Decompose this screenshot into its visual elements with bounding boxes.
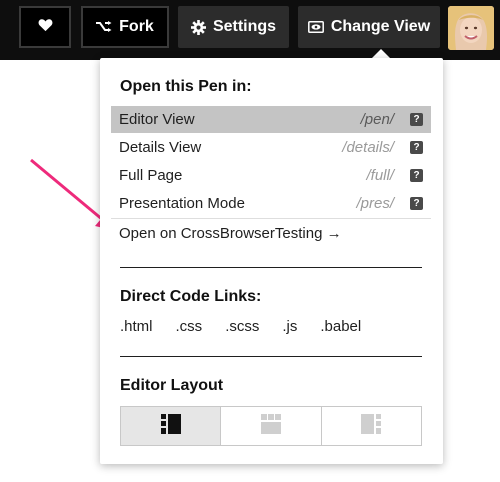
code-link-babel[interactable]: .babel (320, 318, 361, 335)
avatar[interactable] (448, 6, 494, 50)
code-link-html[interactable]: .html (120, 318, 153, 335)
code-link-css[interactable]: .css (176, 318, 203, 335)
eye-icon (307, 21, 324, 33)
settings-button[interactable]: Settings (178, 6, 289, 48)
help-icon[interactable]: ? (410, 141, 423, 154)
top-bar: Fork Settings Change View (0, 0, 500, 60)
view-option-label: Details View (119, 139, 202, 156)
settings-label: Settings (212, 18, 277, 35)
love-button[interactable] (19, 6, 71, 48)
fork-label: Fork (119, 18, 154, 35)
crossbrowser-label: Open on CrossBrowserTesting → (119, 225, 342, 242)
change-view-dropdown: Open this Pen in: Editor View /pen/ ? De… (100, 58, 443, 464)
section-divider (120, 356, 422, 357)
section-divider (120, 267, 422, 268)
help-icon[interactable]: ? (410, 169, 423, 182)
layout-left-icon (160, 413, 181, 439)
gear-icon (190, 19, 206, 35)
view-option-path: /details/ (342, 139, 394, 156)
view-option-label: Full Page (119, 167, 183, 184)
layout-left-option[interactable] (121, 407, 221, 445)
fork-button[interactable]: Fork (81, 6, 169, 48)
open-pen-heading: Open this Pen in: (120, 78, 252, 95)
code-links: .html .css .scss .js .babel (120, 318, 384, 335)
view-option-details[interactable]: Details View /details/ ? (111, 134, 431, 161)
fork-icon (96, 21, 112, 33)
help-icon[interactable]: ? (410, 113, 423, 126)
view-option-path: /pres/ (356, 195, 394, 212)
heart-icon (38, 18, 53, 37)
layout-right-option[interactable] (320, 407, 421, 445)
code-links-heading: Direct Code Links: (120, 288, 262, 305)
editor-layout-selector (120, 406, 422, 446)
view-option-path: /pen/ (360, 111, 394, 128)
editor-layout-heading: Editor Layout (120, 377, 224, 394)
view-option-label: Editor View (119, 111, 195, 128)
view-option-path: /full/ (366, 167, 394, 184)
layout-top-icon (260, 413, 281, 439)
divider (111, 218, 431, 219)
view-option-presentation[interactable]: Presentation Mode /pres/ ? (111, 190, 431, 217)
layout-top-option[interactable] (220, 407, 320, 445)
view-option-label: Presentation Mode (119, 195, 245, 212)
crossbrowser-link[interactable]: Open on CrossBrowserTesting → (111, 220, 431, 247)
change-view-button[interactable]: Change View (298, 6, 440, 48)
help-icon[interactable]: ? (410, 197, 423, 210)
code-link-scss[interactable]: .scss (225, 318, 259, 335)
view-option-editor[interactable]: Editor View /pen/ ? (111, 106, 431, 133)
view-option-full[interactable]: Full Page /full/ ? (111, 162, 431, 189)
code-link-js[interactable]: .js (282, 318, 297, 335)
change-view-label: Change View (330, 18, 431, 35)
layout-right-icon (361, 413, 382, 439)
dropdown-caret (372, 49, 390, 58)
